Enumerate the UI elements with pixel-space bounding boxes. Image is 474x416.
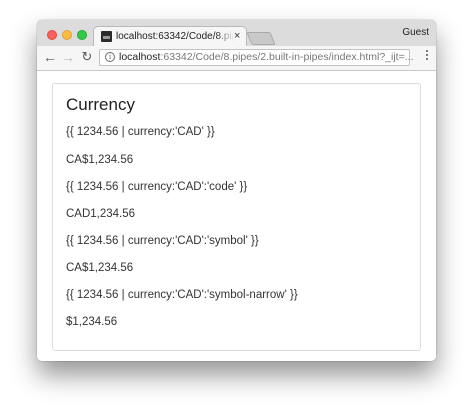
menu-dot bbox=[426, 58, 428, 60]
address-bar[interactable]: i localhost:63342/Code/8.pipes/2.built-i… bbox=[99, 49, 413, 66]
info-icon[interactable]: i bbox=[105, 52, 115, 62]
browser-toolbar: ← → ↻ i localhost:63342/Code/8.pipes/2.b… bbox=[37, 46, 436, 71]
forward-arrow-icon[interactable]: → bbox=[60, 48, 76, 66]
currency-card: Currency {{ 1234.56 | currency:'CAD' }} … bbox=[52, 83, 421, 351]
pipe-expression: {{ 1234.56 | currency:'CAD':'symbol-narr… bbox=[66, 289, 298, 301]
menu-dot bbox=[426, 50, 428, 52]
page-content: Currency {{ 1234.56 | currency:'CAD' }} … bbox=[37, 71, 436, 361]
minimize-window-button[interactable] bbox=[62, 30, 72, 40]
page-favicon-icon bbox=[101, 31, 112, 42]
reload-icon[interactable]: ↻ bbox=[79, 48, 95, 66]
pipe-result: CAD1,234.56 bbox=[66, 208, 136, 220]
profile-label[interactable]: Guest bbox=[402, 27, 429, 38]
url-path: :63342/Code/8.pipes/2.built-in-pipes/ind… bbox=[160, 51, 414, 63]
pipe-result: CA$1,234.56 bbox=[66, 154, 134, 166]
url-host: localhost bbox=[119, 51, 161, 63]
title-bar: localhost:63342/Code/8.pipes/2.built-in-… bbox=[37, 20, 436, 46]
back-arrow-icon[interactable]: ← bbox=[42, 48, 58, 66]
close-window-button[interactable] bbox=[47, 30, 57, 40]
menu-dot bbox=[426, 54, 428, 56]
tab-close-icon[interactable]: × bbox=[234, 29, 240, 43]
browser-tab[interactable]: localhost:63342/Code/8.pipes/2.built-in-… bbox=[93, 26, 247, 46]
url-text[interactable]: localhost:63342/Code/8.pipes/2.built-in-… bbox=[119, 51, 413, 64]
tab-title-fade bbox=[216, 29, 234, 44]
pipe-expression: {{ 1234.56 | currency:'CAD' }} bbox=[66, 126, 215, 138]
page-title: Currency bbox=[66, 95, 135, 114]
browser-window: localhost:63342/Code/8.pipes/2.built-in-… bbox=[37, 20, 436, 361]
pipe-result: $1,234.56 bbox=[66, 316, 118, 328]
new-tab-button[interactable] bbox=[246, 32, 276, 45]
browser-menu-icon[interactable] bbox=[424, 50, 430, 64]
pipe-result: CA$1,234.56 bbox=[66, 262, 134, 274]
pipe-expression: {{ 1234.56 | currency:'CAD':'code' }} bbox=[66, 181, 248, 193]
pipe-expression: {{ 1234.56 | currency:'CAD':'symbol' }} bbox=[66, 235, 259, 247]
maximize-window-button[interactable] bbox=[77, 30, 87, 40]
